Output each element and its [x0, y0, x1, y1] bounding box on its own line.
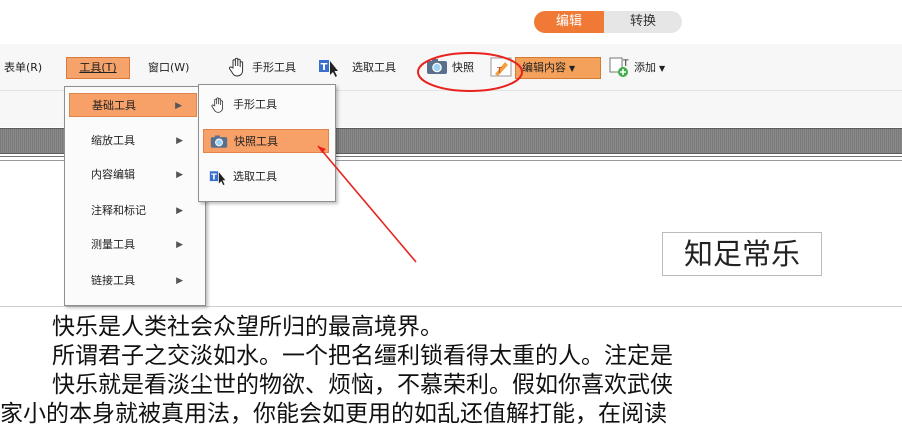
tools-menu-item-content-edit[interactable]: 内容编辑 ▶ — [69, 163, 197, 187]
mode-tab-edit[interactable]: 编辑 — [534, 11, 604, 33]
menu-tools[interactable]: 工具(T) — [66, 57, 130, 79]
divider — [0, 306, 902, 307]
chevron-down-icon: ▼ — [569, 64, 576, 73]
tools-menu-item-measure[interactable]: 测量工具 ▶ — [69, 233, 197, 257]
menu-item-label: 测量工具 — [91, 238, 135, 251]
hand-tool-button[interactable]: 手形工具 — [252, 58, 296, 78]
basic-tools-submenu: 手形工具 快照工具 T 选取工具 — [198, 84, 336, 202]
menu-item-label: 手形工具 — [233, 98, 277, 111]
menu-item-label: 内容编辑 — [91, 168, 135, 181]
chevron-right-icon: ▶ — [176, 136, 183, 146]
document-line: 家小的本身就被真用法，你能会如更用的如乱还值解打能，在阅读 — [0, 401, 667, 427]
document-line: 所谓君子之交淡如水。一个把名缰利锁看得太重的人。注定是 — [52, 343, 673, 369]
menu-tools-label: 工具(T) — [79, 61, 117, 74]
camera-icon — [210, 135, 228, 148]
menu-window[interactable]: 窗口(W) — [148, 58, 189, 78]
text-select-icon: T — [209, 171, 226, 186]
menu-item-label: 快照工具 — [234, 135, 278, 148]
menu-item-label: 链接工具 — [91, 274, 135, 287]
text-select-icon[interactable]: T — [318, 56, 340, 78]
hand-icon[interactable] — [226, 56, 248, 78]
menu-item-label: 基础工具 — [92, 99, 136, 112]
boxed-text[interactable]: 知足常乐 — [662, 232, 822, 276]
document-line: 快乐是人类社会众望所归的最高境界。 — [52, 314, 443, 340]
chevron-right-icon: ▶ — [176, 276, 183, 286]
main-toolbar: 表单(R) 工具(T) 窗口(W) 手形工具 T 选取工具 快照 T 编辑内容 ▼… — [0, 44, 902, 91]
menu-item-label: 选取工具 — [233, 170, 277, 183]
hand-icon — [211, 97, 223, 113]
chevron-down-icon: ▼ — [659, 64, 666, 73]
mode-tab-convert[interactable]: 转换 — [604, 11, 682, 33]
submenu-item-hand-tool[interactable]: 手形工具 — [203, 93, 329, 117]
chevron-right-icon: ▶ — [175, 101, 182, 111]
svg-text:T: T — [496, 66, 502, 75]
tools-menu-item-zoom[interactable]: 缩放工具 ▶ — [69, 129, 197, 153]
add-label: 添加 — [634, 61, 656, 74]
add-button[interactable]: 添加 ▼ — [634, 58, 665, 78]
tools-menu-item-link[interactable]: 链接工具 ▶ — [69, 269, 197, 293]
document-line: 快乐就是看淡尘世的物欲、烦恼，不慕荣利。假如你喜欢武侠 — [52, 372, 673, 398]
chevron-right-icon: ▶ — [176, 206, 183, 216]
edit-content-icon[interactable]: T — [490, 56, 512, 78]
svg-text:T: T — [211, 171, 217, 181]
camera-icon[interactable] — [426, 56, 448, 78]
submenu-item-select-tool[interactable]: T 选取工具 — [203, 165, 329, 189]
edit-content-button[interactable]: 编辑内容 ▼ — [515, 57, 601, 79]
menu-item-label: 注释和标记 — [91, 204, 146, 217]
tools-menu-item-annotate[interactable]: 注释和标记 ▶ — [69, 199, 197, 223]
tools-menu: 基础工具 ▶ 缩放工具 ▶ 内容编辑 ▶ 注释和标记 ▶ 测量工具 ▶ 链接工具 ▶ — [64, 86, 206, 306]
add-content-icon[interactable]: T — [608, 56, 630, 78]
edit-content-label: 编辑内容 — [522, 61, 566, 74]
mode-bar: 编辑 转换 — [0, 0, 902, 44]
chevron-right-icon: ▶ — [176, 170, 183, 180]
submenu-item-snapshot-tool[interactable]: 快照工具 — [203, 129, 329, 153]
svg-text:T: T — [321, 62, 328, 73]
menu-item-label: 缩放工具 — [91, 134, 135, 147]
select-tool-button[interactable]: 选取工具 — [352, 58, 396, 78]
snapshot-button[interactable]: 快照 — [452, 58, 474, 78]
chevron-right-icon: ▶ — [176, 240, 183, 250]
menu-form[interactable]: 表单(R) — [4, 58, 42, 78]
tools-menu-item-basic[interactable]: 基础工具 ▶ — [69, 93, 197, 117]
